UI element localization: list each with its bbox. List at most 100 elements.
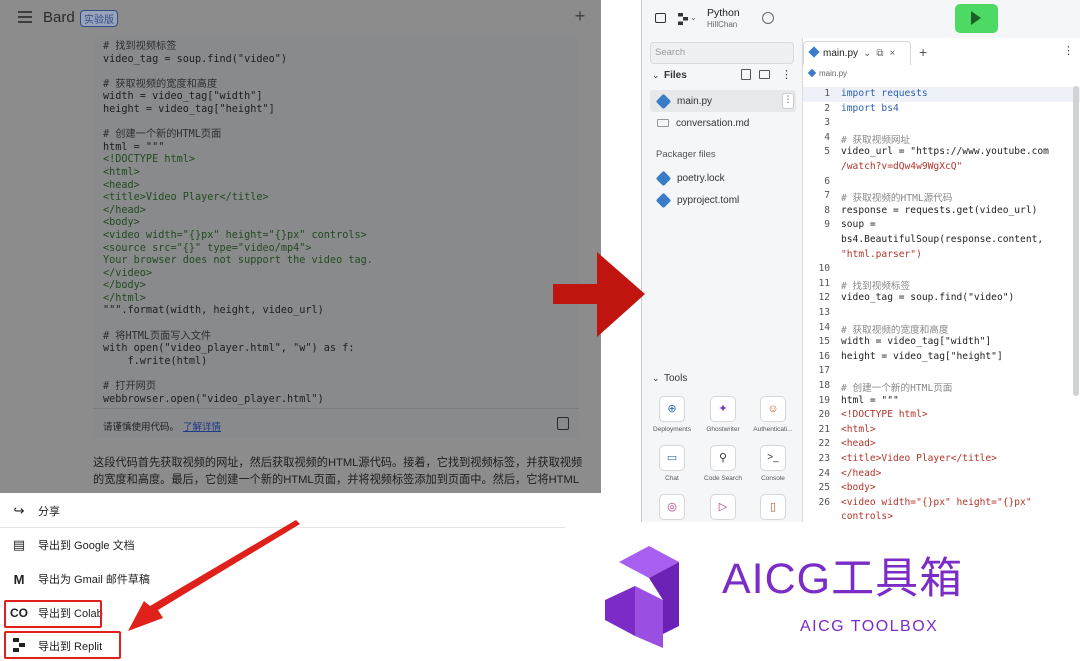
- sidebar-toggle-icon[interactable]: [655, 13, 666, 23]
- tools-collapse-icon[interactable]: ⌄: [652, 373, 660, 384]
- menu-item-export-google-docs[interactable]: ▤ 导出到 Google 文档: [8, 531, 135, 559]
- editor-line: <!DOCTYPE html>: [841, 409, 928, 421]
- editor-line: import requests: [841, 88, 928, 99]
- tab-label: main.py: [823, 48, 859, 59]
- code-line: <!DOCTYPE html>: [103, 154, 196, 166]
- copy-icon[interactable]: [557, 417, 569, 430]
- editor-line: <html>: [841, 423, 876, 435]
- red-arrow-right-icon: [553, 252, 645, 337]
- editor-line: video_url = "https://www.youtube.com: [841, 146, 1049, 158]
- line-number: 11: [818, 277, 830, 289]
- code-line: <body>: [103, 217, 140, 229]
- editor-line: import bs4: [841, 102, 899, 114]
- new-folder-icon[interactable]: [759, 70, 770, 79]
- highlight-box-colab: [4, 600, 102, 628]
- tool-chat[interactable]: ▭ Chat: [651, 445, 693, 482]
- watermark-title: AICG工具箱: [722, 555, 964, 603]
- files-collapse-icon[interactable]: ⌄: [652, 70, 660, 81]
- line-number: 4: [824, 131, 830, 143]
- editor-line: video_tag = soup.find("video"): [841, 292, 1015, 304]
- new-tab-plus-icon[interactable]: +: [919, 44, 927, 60]
- python-file-icon: [655, 170, 672, 186]
- code-line: webbrowser.open("video_player.html"): [103, 393, 324, 405]
- tool-code-search[interactable]: ⚲ Code Search: [702, 445, 744, 482]
- file-more-icon[interactable]: ⋮: [782, 93, 794, 109]
- response-paragraph: 这段代码首先获取视频的网址，然后获取视频的HTML源代码。接着，它找到视频标签，…: [93, 457, 583, 486]
- code-line: <title>Video Player</title>: [103, 192, 269, 204]
- code-editor[interactable]: main.py ⌄ ⧉ × + ⋮ main.py 1 import requests 2…: [802, 38, 1080, 522]
- code-line: </body>: [103, 280, 146, 292]
- new-chat-plus-icon[interactable]: +: [570, 7, 590, 27]
- line-number: 3: [824, 117, 830, 129]
- tab-chevron-icon[interactable]: ⌄: [863, 48, 871, 59]
- database-icon: ◎: [659, 494, 685, 520]
- tool-deployments[interactable]: ⊕ Deployments: [651, 396, 693, 433]
- debugger-icon: ▷: [710, 494, 736, 520]
- status-check-icon[interactable]: [762, 12, 774, 24]
- editor-line: <video width="{}px" height="{}px": [841, 496, 1032, 508]
- tab-main-py[interactable]: main.py ⌄ ⧉ ×: [803, 41, 911, 65]
- tool-docs[interactable]: ▯: [752, 494, 794, 522]
- play-icon: [971, 11, 981, 25]
- file-name: poetry.lock: [677, 172, 725, 184]
- code-line: # 创建一个新的HTML页面: [103, 129, 222, 141]
- line-number: 19: [818, 394, 830, 406]
- editor-line: html = """: [841, 394, 899, 406]
- ghostwriter-icon: ✦: [710, 396, 736, 422]
- search-input[interactable]: Search: [650, 42, 794, 64]
- line-number: 24: [818, 467, 830, 479]
- highlight-box-replit: [4, 631, 121, 659]
- code-line: <html>: [103, 166, 140, 178]
- menu-item-share[interactable]: ↪ 分享: [8, 497, 60, 525]
- python-file-icon: [655, 93, 672, 109]
- code-line: # 打开网页: [103, 381, 157, 393]
- line-number: 6: [824, 175, 830, 187]
- docs-icon: ▯: [760, 494, 786, 520]
- code-line: html = """: [103, 141, 165, 153]
- line-number: 1: [824, 88, 830, 99]
- code-line: with open("video_player.html", "w") as f…: [103, 343, 355, 355]
- editor-line: # 找到视频标签: [841, 280, 911, 292]
- files-label: Files: [664, 70, 687, 81]
- python-file-icon: [808, 46, 820, 58]
- learn-more-link[interactable]: 了解详情: [183, 422, 221, 433]
- tool-console[interactable]: >_ Console: [752, 445, 794, 482]
- file-name: main.py: [677, 95, 713, 107]
- tool-authentication[interactable]: ☺ Authenticati...: [752, 396, 794, 433]
- editor-line: # 创建一个新的HTML页面: [841, 383, 953, 394]
- replit-logo-icon[interactable]: [678, 12, 688, 30]
- watermark-subtitle: AICG TOOLBOX: [800, 618, 939, 635]
- file-item-main-py[interactable]: main.py ⋮: [650, 90, 796, 112]
- tab-split-icon[interactable]: ⧉: [876, 48, 883, 59]
- file-item-poetry-lock[interactable]: poetry.lock: [650, 167, 796, 189]
- code-line: width = video_tag["width"]: [103, 91, 263, 103]
- new-file-icon[interactable]: [741, 69, 751, 80]
- line-number: 12: [818, 292, 830, 304]
- file-item-conversation-md[interactable]: conversation.md: [650, 112, 796, 134]
- repl-language[interactable]: Python: [707, 7, 740, 19]
- code-content: # 找到视频标签 video_tag = soup.find("video") #…: [103, 41, 373, 406]
- bard-window: Bard 实验版 + # 找到视频标签 video_tag = soup.find…: [0, 0, 601, 493]
- line-number: 20: [818, 409, 830, 421]
- editor-scrollbar[interactable]: [1073, 86, 1079, 396]
- code-line: <video width="{}px" height="{}px" contro…: [103, 229, 367, 241]
- tool-ghostwriter[interactable]: ✦ Ghostwriter: [702, 396, 744, 433]
- tool-database[interactable]: ◎: [651, 494, 693, 522]
- files-more-icon[interactable]: ⋮: [781, 68, 792, 81]
- python-file-icon: [655, 192, 672, 208]
- hamburger-menu-icon[interactable]: [18, 11, 32, 23]
- google-docs-icon: ▤: [12, 537, 26, 552]
- tool-debugger[interactable]: ▷: [702, 494, 744, 522]
- line-number: 7: [824, 190, 830, 202]
- file-item-pyproject-toml[interactable]: pyproject.toml: [650, 189, 796, 211]
- chevron-down-icon[interactable]: ⌄: [690, 13, 697, 22]
- run-button[interactable]: [955, 4, 998, 33]
- share-icon: ↪: [13, 503, 25, 518]
- packager-files-label: Packager files: [656, 149, 716, 160]
- line-number: 25: [818, 482, 830, 494]
- tab-close-icon[interactable]: ×: [890, 48, 896, 59]
- editor-more-icon[interactable]: ⋮: [1063, 44, 1074, 57]
- line-number: 13: [818, 307, 830, 318]
- code-line: </head>: [103, 204, 146, 216]
